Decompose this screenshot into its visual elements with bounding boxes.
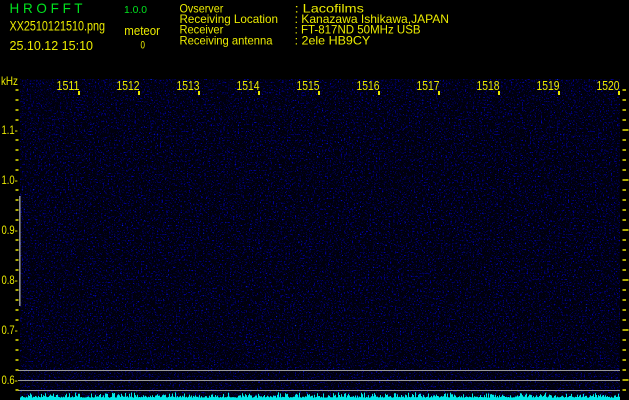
svg-text:0.8-: 0.8- [2,273,18,287]
svg-text:1517: 1517 [417,78,440,93]
svg-text:1515: 1515 [297,78,320,93]
svg-text:0.9-: 0.9- [2,223,18,237]
svg-text:1516: 1516 [357,78,380,93]
svg-text:1.0-: 1.0- [2,173,18,187]
svg-text:1511: 1511 [57,78,80,93]
svg-text:0.6-: 0.6- [2,373,18,387]
svg-text:1518: 1518 [477,78,500,93]
svg-text:1512: 1512 [117,78,140,93]
svg-text:0: 0 [141,40,146,52]
svg-text:1519: 1519 [537,78,560,93]
svg-text:25.10.12 15:10: 25.10.12 15:10 [10,38,94,53]
svg-text:kHz: kHz [1,74,18,88]
svg-text:1.0.0: 1.0.0 [124,5,147,16]
svg-text:1514: 1514 [237,78,260,93]
svg-text:1.1-: 1.1- [2,123,18,137]
svg-text:meteor: meteor [124,23,160,38]
svg-text:1520: 1520 [597,78,620,93]
svg-text:Receiving antenna: Receiving antenna [180,33,273,47]
svg-text:XX2510121510.png: XX2510121510.png [10,19,106,34]
svg-text:0.7-: 0.7- [2,323,18,337]
svg-text:: 2ele HB9CY: : 2ele HB9CY [295,33,371,47]
svg-text:1513: 1513 [177,78,200,93]
svg-text:H R O F F T: H R O F F T [10,1,84,16]
